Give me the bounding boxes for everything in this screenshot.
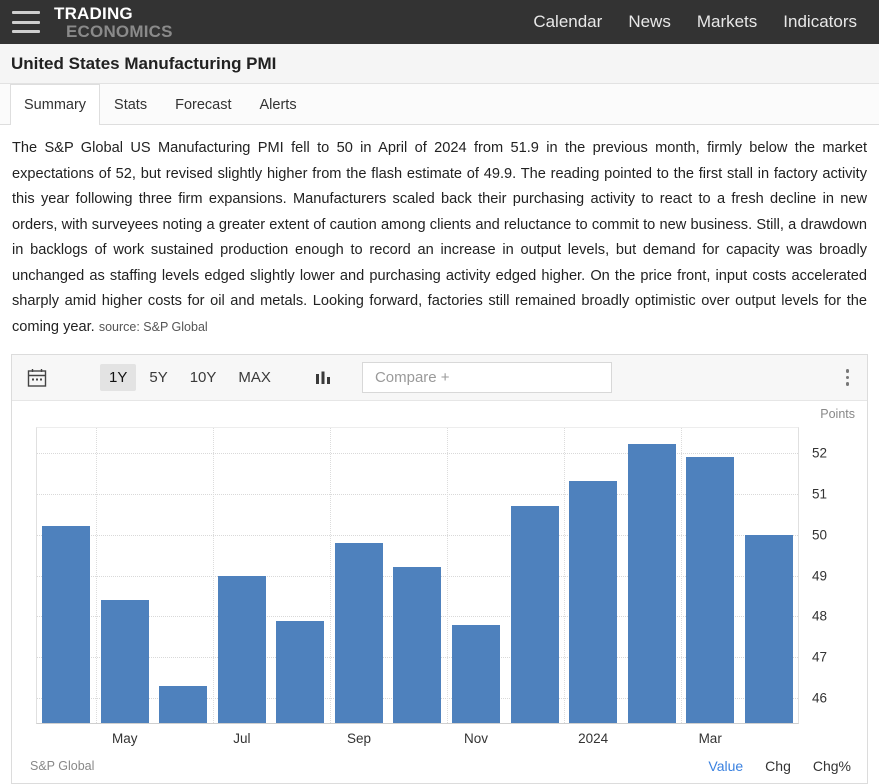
y-axis-tick-label: 48 bbox=[812, 608, 828, 624]
range-button-1y[interactable]: 1Y bbox=[100, 364, 137, 391]
range-button-10y[interactable]: 10Y bbox=[181, 364, 226, 391]
x-gridline bbox=[680, 428, 682, 723]
x-gridline bbox=[95, 428, 97, 723]
kebab-dot bbox=[845, 382, 849, 386]
chart-toolbar: 1Y 5Y 10Y MAX Compare + bbox=[12, 355, 867, 401]
tab-summary[interactable]: Summary bbox=[10, 84, 101, 125]
x-gridline bbox=[212, 428, 214, 723]
x-axis-tick-label: Mar bbox=[698, 731, 722, 746]
chart-footer: S&P Global Value Chg Chg% bbox=[12, 749, 867, 783]
article-summary: The S&P Global US Manufacturing PMI fell… bbox=[0, 125, 879, 340]
metric-value[interactable]: Value bbox=[708, 758, 743, 774]
kebab-dot bbox=[845, 369, 849, 373]
nav-link-indicators[interactable]: Indicators bbox=[783, 12, 857, 32]
y-axis-tick-label: 47 bbox=[812, 649, 828, 665]
y-axis-tick-label: 50 bbox=[812, 527, 828, 543]
x-gridline bbox=[446, 428, 448, 723]
y-axis-tick-label: 49 bbox=[812, 568, 828, 583]
kebab-dot bbox=[845, 375, 849, 380]
range-button-max[interactable]: MAX bbox=[229, 364, 280, 391]
tab-stats[interactable]: Stats bbox=[100, 84, 161, 124]
logo-line-trading: TRADING bbox=[54, 3, 133, 23]
primary-nav-links: Calendar News Markets Indicators bbox=[533, 12, 879, 32]
chart-bar[interactable] bbox=[686, 456, 735, 723]
x-axis-tick-label: Nov bbox=[464, 731, 489, 746]
chart-bar[interactable] bbox=[510, 505, 559, 723]
chart-plot-area: Points 52 51 50 49 48 47 46 May Jul Sep Nov 2024 Mar bbox=[12, 401, 867, 784]
tab-forecast[interactable]: Forecast bbox=[161, 84, 245, 124]
y-axis-unit-label: Points bbox=[820, 407, 855, 421]
hamburger-line bbox=[12, 20, 40, 24]
chart-bar[interactable] bbox=[217, 575, 266, 723]
chart-source-label: S&P Global bbox=[30, 759, 95, 773]
x-axis-tick-label: Sep bbox=[346, 731, 371, 746]
nav-link-markets[interactable]: Markets bbox=[697, 12, 757, 32]
compare-input[interactable]: Compare + bbox=[361, 362, 612, 393]
range-selector: 1Y 5Y 10Y MAX bbox=[100, 364, 280, 391]
y-gridline bbox=[37, 452, 798, 454]
y-gridline bbox=[37, 493, 798, 495]
chart-canvas[interactable]: 52 51 50 49 48 47 46 May Jul Sep Nov 2024 Mar bbox=[36, 427, 827, 746]
x-axis-tick-label: Jul bbox=[233, 731, 251, 746]
chart-bar[interactable] bbox=[334, 542, 383, 723]
kebab-menu-icon[interactable] bbox=[838, 365, 858, 390]
chart-bar[interactable] bbox=[393, 567, 442, 723]
chart-bar[interactable] bbox=[452, 624, 501, 723]
chart-metric-toggle: Value Chg Chg% bbox=[708, 758, 851, 774]
chart-bar[interactable] bbox=[159, 686, 208, 723]
x-axis-tick-label: May bbox=[112, 731, 138, 746]
page-title: United States Manufacturing PMI bbox=[11, 53, 277, 73]
chart-bar[interactable] bbox=[627, 444, 676, 723]
bar-chart-icon[interactable] bbox=[314, 369, 332, 387]
calendar-icon[interactable] bbox=[26, 367, 48, 389]
tab-bar: Summary Stats Forecast Alerts bbox=[0, 84, 879, 125]
chart-bar[interactable] bbox=[569, 481, 618, 723]
y-axis-tick-label: 46 bbox=[812, 690, 828, 706]
logo-line-economics: ECONOMICS bbox=[66, 21, 173, 41]
top-navigation-bar: TRADING ECONOMICS Calendar News Markets … bbox=[0, 0, 879, 44]
hamburger-line bbox=[12, 30, 40, 33]
nav-link-calendar[interactable]: Calendar bbox=[533, 12, 602, 32]
page-title-bar: United States Manufacturing PMI bbox=[0, 44, 879, 84]
chart-card: 1Y 5Y 10Y MAX Compare + Points 52 51 50 49 4… bbox=[11, 354, 868, 784]
chart-bar[interactable] bbox=[100, 600, 149, 723]
y-axis-tick-label: 52 bbox=[812, 445, 828, 461]
y-axis-tick-label: 51 bbox=[812, 486, 828, 502]
hamburger-line bbox=[12, 11, 40, 14]
article-source: source: S&P Global bbox=[98, 319, 208, 334]
chart-bar[interactable] bbox=[744, 534, 793, 723]
tab-forecast-label: Forecast bbox=[175, 96, 232, 113]
tab-stats-label: Stats bbox=[114, 96, 148, 113]
chart-bar[interactable] bbox=[42, 526, 91, 723]
tab-alerts-label: Alerts bbox=[259, 96, 297, 113]
y-gridline bbox=[37, 534, 798, 536]
site-logo[interactable]: TRADING ECONOMICS bbox=[54, 5, 173, 40]
x-axis-tick-label: 2024 bbox=[578, 731, 609, 746]
metric-chgpct[interactable]: Chg% bbox=[813, 758, 851, 774]
nav-link-news[interactable]: News bbox=[628, 12, 671, 32]
chart-bar[interactable] bbox=[276, 620, 325, 723]
article-body: The S&P Global US Manufacturing PMI fell… bbox=[12, 140, 867, 335]
tab-summary-label: Summary bbox=[24, 96, 87, 113]
metric-chg[interactable]: Chg bbox=[765, 758, 791, 774]
compare-placeholder-text: Compare + bbox=[374, 369, 450, 386]
tab-alerts[interactable]: Alerts bbox=[246, 84, 311, 124]
x-gridline bbox=[329, 428, 331, 723]
hamburger-menu-icon[interactable] bbox=[12, 11, 40, 33]
range-button-5y[interactable]: 5Y bbox=[140, 364, 176, 391]
x-gridline bbox=[563, 428, 565, 723]
